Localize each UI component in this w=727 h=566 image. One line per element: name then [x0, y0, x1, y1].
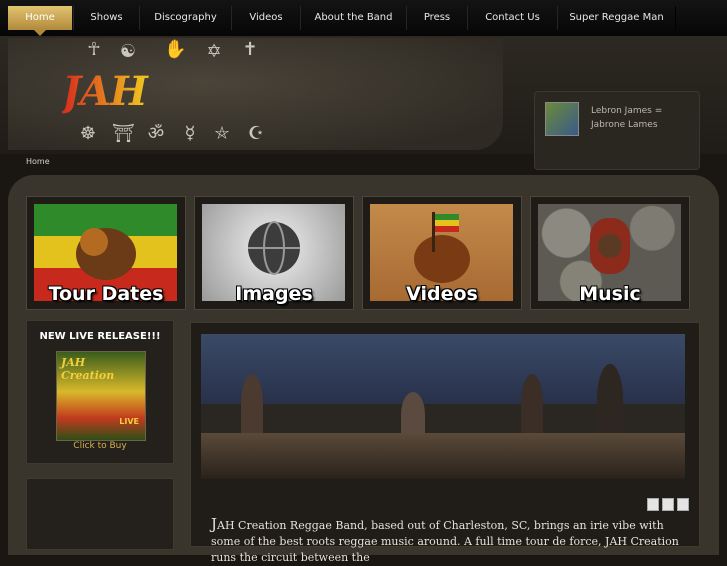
nav-super-reggae-man[interactable]: Super Reggae Man [557, 6, 676, 30]
pentacle-icon: ⛤ [214, 123, 230, 144]
nav-about-the-band[interactable]: About the Band [300, 6, 407, 30]
crescent-icon: ☪ [247, 123, 265, 144]
avatar[interactable] [545, 102, 579, 136]
album-cover-title: JAH Creation [61, 356, 115, 382]
main-article-panel: JAH Creation Reggae Band, based out of C… [190, 322, 700, 564]
tile-label: Tour Dates [48, 283, 164, 305]
dharma-wheel-icon: ☸ [79, 123, 97, 144]
band-member [241, 374, 263, 434]
article-text: JAH Creation Reggae Band, based out of C… [211, 516, 689, 566]
alchemy-icon: ☿ [184, 123, 196, 144]
nav-shows[interactable]: Shows [73, 6, 140, 30]
yin-yang-icon: ☯ [119, 41, 137, 62]
temple-icon: ⛩ [112, 123, 135, 144]
article-body: AH Creation Reggae Band, based out of Ch… [211, 519, 679, 564]
hamsa-icon: ✋ [164, 39, 187, 60]
nav-videos[interactable]: Videos [231, 6, 301, 30]
site-logo[interactable]: ☥ ☯ ✋ ✡ ✝ JAH Creation ☸ ⛩ ॐ ☿ ⛤ ☪ [62, 39, 287, 164]
nav-discography[interactable]: Discography [139, 6, 232, 30]
breadcrumb[interactable]: Home [26, 157, 50, 166]
album-cover-live: LIVE [119, 417, 139, 426]
click-to-buy-link[interactable]: Click to Buy [27, 441, 173, 451]
tile-tour-dates[interactable]: Tour Dates [26, 196, 186, 310]
email-icon[interactable] [677, 498, 689, 511]
band-member [401, 392, 425, 437]
nav-press[interactable]: Press [406, 6, 468, 30]
tile-videos[interactable]: Videos [362, 196, 522, 310]
crowd [201, 433, 685, 479]
side-panel-text[interactable]: Lebron James = Jabrone Lames [591, 104, 691, 132]
album-cover[interactable]: JAH Creation LIVE [56, 351, 146, 441]
cross-icon: ✝ [242, 39, 258, 60]
tile-label: Music [579, 283, 641, 305]
tile-label: Videos [406, 283, 478, 305]
nav-contact-us[interactable]: Contact Us [467, 6, 558, 30]
tile-images[interactable]: Images [194, 196, 354, 310]
band-member [521, 374, 543, 434]
live-release-title: NEW LIVE RELEASE!!! [39, 331, 161, 342]
tile-label: Images [235, 283, 313, 305]
star-of-david-icon: ✡ [206, 41, 222, 62]
sidebar-box [26, 478, 174, 550]
live-release-box: NEW LIVE RELEASE!!! JAH Creation LIVE Cl… [26, 320, 174, 464]
nav-home[interactable]: Home [8, 6, 72, 36]
band-member [597, 364, 623, 434]
tile-music[interactable]: Music [530, 196, 690, 310]
print-icon[interactable] [662, 498, 674, 511]
om-icon: ॐ [147, 123, 165, 144]
band-photo [201, 334, 685, 479]
logo-wordmark: JAH Creation [62, 68, 292, 163]
ankh-icon: ☥ [87, 39, 101, 60]
top-nav: Home Shows Discography Videos About the … [0, 0, 727, 37]
header-side-panel: Lebron James = Jabrone Lames [534, 91, 700, 170]
pdf-icon[interactable] [647, 498, 659, 511]
